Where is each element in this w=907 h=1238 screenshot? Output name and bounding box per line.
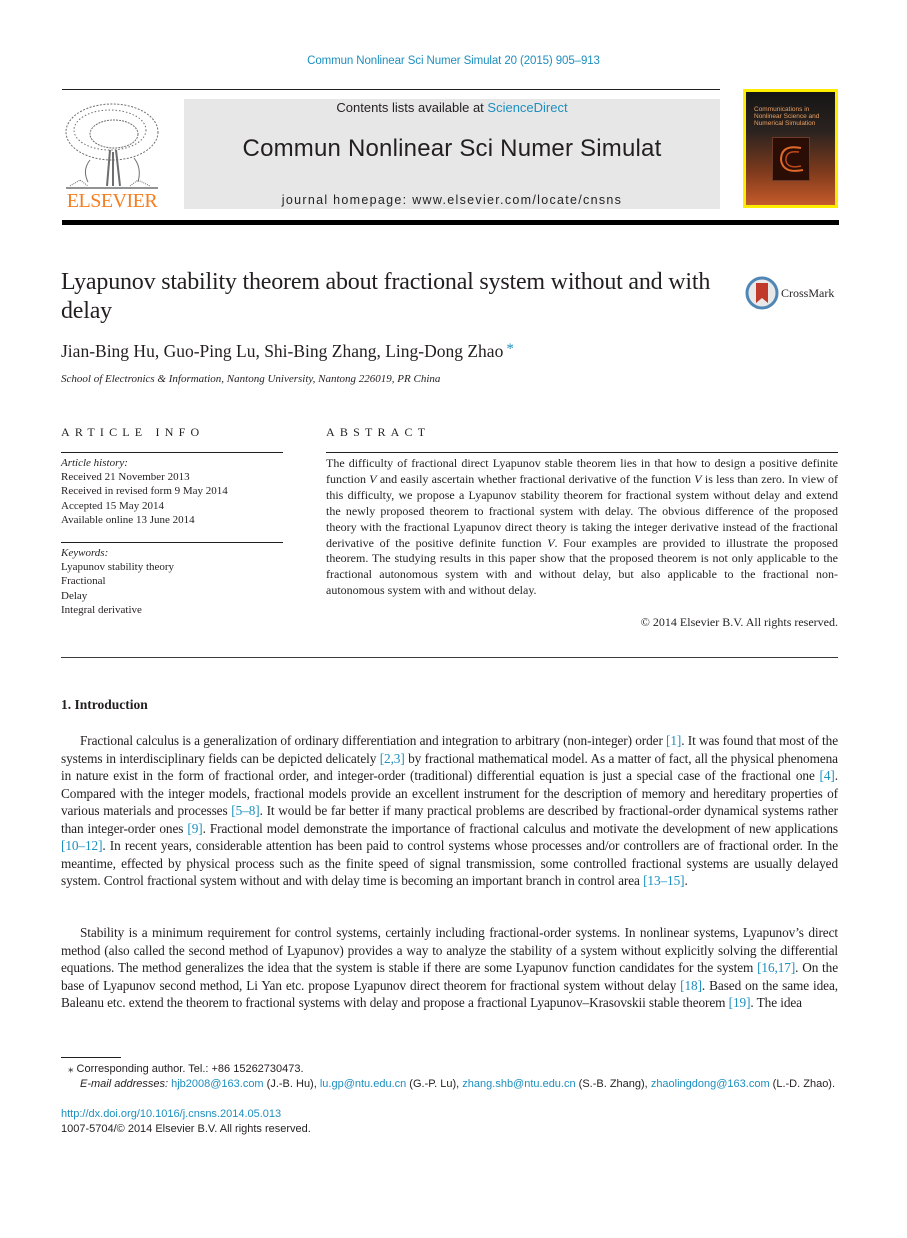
history-item: Received 21 November 2013 [61,471,190,484]
citation-link[interactable]: [9] [187,821,202,836]
article-info-label: ARTICLE INFO [61,425,205,439]
text-segment: . The idea [750,995,802,1010]
sciencedirect-link[interactable]: ScienceDirect [487,100,567,115]
cover-artwork [772,137,810,181]
citation-link[interactable]: [5–8] [231,803,259,818]
keywords-heading: Keywords: [61,547,109,559]
citation-link[interactable]: [2,3] [380,751,405,766]
journal-cover-thumbnail[interactable]: Communications in Nonlinear Science and … [743,89,838,208]
keyword-item: Delay [61,589,88,602]
abstract-copyright: © 2014 Elsevier B.V. All rights reserved… [640,615,838,629]
body-paragraph: Stability is a minimum requirement for c… [61,924,838,1012]
history-heading: Article history: [61,457,128,469]
crossmark-label: CrossMark [781,286,835,300]
email-owner: (L.-D. Zhao). [769,1078,836,1090]
email-owner: (J.-B. Hu), [263,1078,320,1090]
crossmark-badge[interactable]: CrossMark [745,276,845,310]
abstract-segment: and easily ascertain whether fractional … [376,471,695,486]
article-history: Article history: Received 21 November 20… [61,456,283,527]
abstract-math: V [369,471,377,486]
abstract-math: V [694,471,702,486]
running-head-citation[interactable]: Commun Nonlinear Sci Numer Simulat 20 (2… [0,55,907,67]
text-segment: Fractional calculus is a generalization … [80,733,667,748]
citation-link[interactable]: [13–15] [643,873,685,888]
cover-background: Communications in Nonlinear Science and … [746,92,835,205]
email-link[interactable]: zhang.shb@ntu.edu.cn [462,1078,575,1090]
top-rule [62,89,720,90]
email-link[interactable]: lu.gp@ntu.edu.cn [320,1078,406,1090]
text-segment: . [684,873,688,888]
citation-link[interactable]: [16,17] [757,960,795,975]
citation-link[interactable]: [19] [729,995,751,1010]
abstract-text: The difficulty of fractional direct Lyap… [326,456,838,599]
cover-title: Communications in Nonlinear Science and … [754,106,820,127]
cover-spiral-icon [779,146,804,172]
corresponding-author-link[interactable]: * [506,341,514,357]
authors-names: Jian-Bing Hu, Guo-Ping Lu, Shi-Bing Zhan… [61,341,504,361]
doi-link[interactable]: http://dx.doi.org/10.1016/j.cnsns.2014.0… [61,1108,281,1120]
abstract-rule [326,452,838,453]
text-segment: . Fractional model demonstrate the impor… [202,820,838,836]
email-lead: E-mail addresses: [80,1078,172,1090]
header-thick-rule [62,220,839,225]
crossmark-icon [745,276,779,310]
history-item: Available online 13 June 2014 [61,513,195,526]
article-info-rule [61,452,283,453]
citation-link[interactable]: [10–12] [61,838,103,853]
journal-homepage-line: journal homepage: www.elsevier.com/locat… [184,193,720,207]
citation-link[interactable]: [18] [680,978,702,993]
author-list: Jian-Bing Hu, Guo-Ping Lu, Shi-Bing Zhan… [61,341,514,362]
email-link[interactable]: hjb2008@163.com [171,1078,264,1090]
article-title: Lyapunov stability theorem about fractio… [61,269,711,324]
keyword-item: Lyapunov stability theory [61,561,175,574]
author-affiliation: School of Electronics & Information, Nan… [61,373,441,385]
issn-copyright: 1007-5704/© 2014 Elsevier B.V. All right… [61,1123,311,1135]
contents-prefix: Contents lists available at [336,100,488,115]
citation-link[interactable]: [4] [820,768,835,783]
keywords-rule [61,542,283,543]
history-item: Received in revised form 9 May 2014 [61,485,228,498]
citation-link[interactable]: [1] [666,733,681,748]
journal-homepage-link[interactable]: www.elsevier.com/locate/cnsns [412,193,622,207]
contents-line: Contents lists available at ScienceDirec… [184,100,720,115]
keywords: Keywords: Lyapunov stability theory Frac… [61,546,283,617]
footnote-rule [61,1057,121,1058]
front-matter-rule [61,657,838,658]
text-segment: Stability is a minimum requirement for c… [61,925,838,975]
email-owner: (G.-P. Lu), [406,1078,463,1090]
email-owner: (S.-B. Zhang), [575,1078,651,1090]
email-link[interactable]: zhaolingdong@163.com [651,1078,770,1090]
keyword-item: Fractional [61,575,106,588]
keyword-item: Integral derivative [61,603,142,616]
homepage-prefix: journal homepage: [281,193,413,207]
body-paragraph: Fractional calculus is a generalization … [61,732,838,890]
history-item: Accepted 15 May 2014 [61,499,164,512]
text-segment: . In recent years, considerable attentio… [61,838,838,888]
corresponding-author-footnote: ⁎ Corresponding author. Tel.: +86 152627… [68,1063,304,1075]
abstract-label: ABSTRACT [326,425,431,439]
section-heading: 1. Introduction [61,697,148,712]
email-footnote: E-mail addresses: hjb2008@163.com (J.-B.… [80,1078,835,1090]
journal-title: Commun Nonlinear Sci Numer Simulat [242,135,662,162]
elsevier-wordmark: ELSEVIER [66,190,158,212]
abstract-math: V [547,535,555,550]
